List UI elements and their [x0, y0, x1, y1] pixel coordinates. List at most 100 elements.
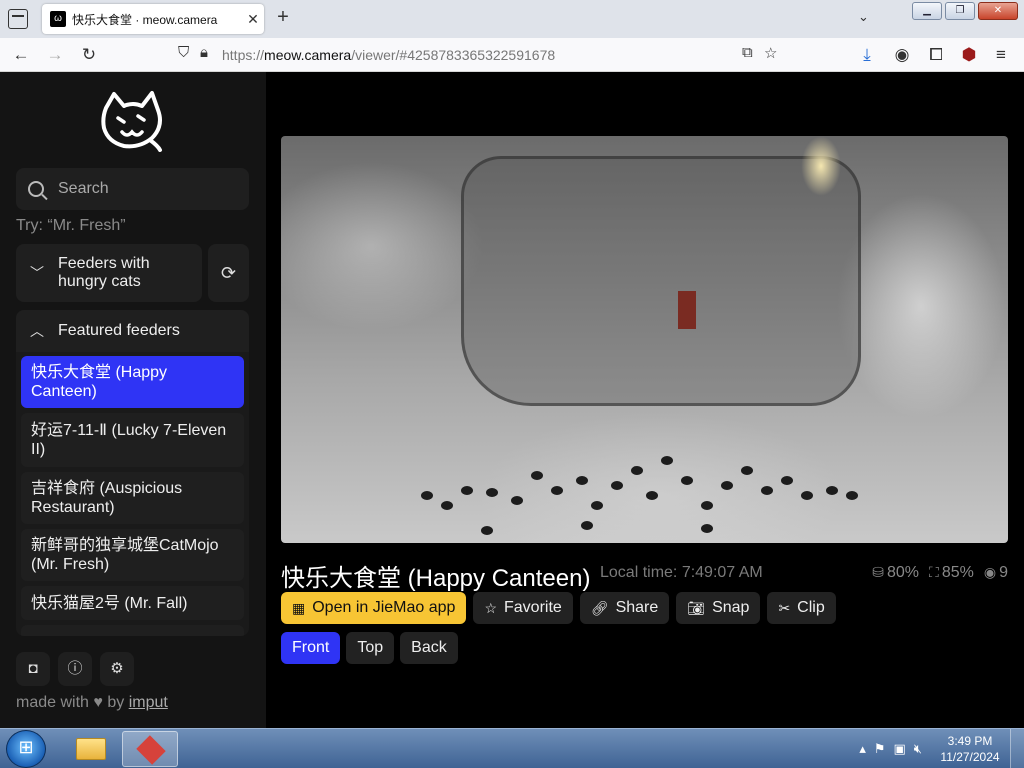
feeder-title: 快乐大食堂 (Happy Canteen): [281, 565, 591, 592]
kibble: [531, 471, 543, 480]
new-tab-icon[interactable]: +: [272, 6, 294, 29]
kibble: [631, 466, 643, 475]
downloads-icon[interactable]: ⤓: [856, 44, 878, 66]
page: Try: “Mr. Fresh” ﹀ Feeders with hungry c…: [0, 72, 1024, 728]
author-link[interactable]: imput: [129, 694, 168, 711]
share-button[interactable]: 🔗︎ Share: [579, 592, 670, 624]
lock-icon[interactable]: 🔒︎: [200, 44, 208, 61]
taskbar-browser[interactable]: [122, 731, 178, 767]
picture-in-picture-icon[interactable]: ⧉: [742, 44, 753, 61]
browser-app-icon: [136, 735, 166, 765]
tray-expand-icon[interactable]: ▴: [859, 741, 866, 757]
battery-level-stat: ⛶ 85%: [929, 564, 974, 581]
search-box[interactable]: [16, 168, 249, 210]
site-favicon-icon: ω: [50, 11, 66, 27]
heart-icon: ♥: [93, 694, 103, 711]
clock[interactable]: 3:49 PM 11/27/2024: [930, 733, 1010, 765]
info-icon[interactable]: ⓘ: [58, 652, 92, 686]
shield-icon[interactable]: ⛉: [178, 44, 189, 61]
taskbar-explorer[interactable]: [62, 731, 118, 767]
url-text: https://meow.camera/viewer/#425878336532…: [222, 47, 556, 63]
kibble: [461, 486, 473, 495]
system-tray: ▴ ⚑ ▣ 🔇︎ 3:49 PM 11/27/2024: [859, 729, 1024, 768]
meow-camera-logo-icon[interactable]: [100, 90, 166, 152]
start-button[interactable]: [6, 730, 46, 768]
kibble: [846, 491, 858, 500]
feeder-item-partial[interactable]: [21, 625, 244, 636]
bookmark-star-icon[interactable]: ☆: [764, 44, 777, 62]
close-tab-icon[interactable]: ✕: [242, 11, 264, 28]
kibble: [421, 491, 433, 500]
address-bar[interactable]: ⛉ 🔒︎ https://meow.camera/viewer/#4258783…: [172, 42, 788, 68]
sidebar: Try: “Mr. Fresh” ﹀ Feeders with hungry c…: [0, 72, 266, 728]
volume-muted-icon[interactable]: 🔇︎: [914, 741, 922, 757]
clock-date: 11/27/2024: [940, 750, 1000, 764]
view-top-button[interactable]: Top: [346, 632, 395, 664]
featured-feeder-list[interactable]: 快乐大食堂 (Happy Canteen) 好运7-11-Ⅱ (Lucky 7-…: [16, 352, 249, 636]
ublock-icon[interactable]: ⬢: [958, 44, 980, 66]
view-front-button[interactable]: Front: [281, 632, 341, 664]
view-back-button[interactable]: Back: [400, 632, 458, 664]
qr-code-icon: ▦: [292, 599, 306, 616]
feeder-item-lucky-7-eleven[interactable]: 好运7-11-Ⅱ (Lucky 7-Eleven II): [21, 413, 244, 467]
feeders-hungry-toggle[interactable]: ﹀ Feeders with hungry cats: [16, 244, 202, 302]
kibble: [721, 481, 733, 490]
settings-gear-icon[interactable]: ⚙: [100, 652, 134, 686]
local-time: Local time: 7:49:07 AM: [600, 564, 763, 581]
kibble: [591, 501, 603, 510]
kibble: [661, 456, 673, 465]
feeder-item-mr-fresh[interactable]: 新鲜哥的独享城堡CatMojo (Mr. Fresh): [21, 529, 244, 581]
camera-feed[interactable]: [281, 136, 1008, 543]
food-bowl-icon: ⛁: [872, 564, 884, 580]
favorite-button[interactable]: ☆ Favorite: [473, 592, 573, 624]
feeder-item-happy-canteen[interactable]: 快乐大食堂 (Happy Canteen): [21, 356, 244, 408]
clip-button[interactable]: ✂ Clip: [767, 592, 836, 624]
camera-detail: [678, 291, 696, 329]
battery-icon: ⛶: [929, 564, 939, 580]
window-close-icon[interactable]: ✕: [978, 2, 1018, 20]
reload-icon[interactable]: ↻: [78, 44, 100, 66]
kibble: [781, 476, 793, 485]
kibble: [741, 466, 753, 475]
kibble: [701, 524, 713, 533]
menu-icon[interactable]: ≡: [990, 44, 1012, 66]
feeder-stats: ⛁ 80% ⛶ 85% ◉ 9: [872, 564, 1008, 582]
folder-icon: [76, 738, 106, 760]
viewer-count-stat: ◉ 9: [983, 564, 1008, 581]
browser-tab[interactable]: ω 快乐大食堂 · meow.camera ✕: [42, 4, 264, 34]
maximize-icon[interactable]: ❐: [945, 2, 975, 20]
chevron-up-icon: ︿: [30, 323, 44, 339]
forward-arrow-icon[interactable]: →: [44, 44, 66, 66]
kibble: [801, 491, 813, 500]
kibble: [581, 521, 593, 530]
refresh-button[interactable]: ⟳: [208, 244, 249, 302]
kibble: [701, 501, 713, 510]
viewer-main: 快乐大食堂 (Happy Canteen) Local time: 7:49:0…: [266, 72, 1024, 728]
discord-icon[interactable]: ◘: [16, 652, 50, 686]
section-label: Feeders with hungry cats: [58, 255, 150, 290]
featured-feeders-toggle[interactable]: ︿ Featured feeders: [16, 310, 249, 352]
tab-list-icon[interactable]: [8, 9, 28, 29]
extensions-icon[interactable]: ⧠: [925, 44, 947, 66]
back-arrow-icon[interactable]: ←: [10, 44, 32, 66]
browser-tab-bar: ω 快乐大食堂 · meow.camera ✕ + ⌄ ▁ ❐ ✕: [0, 0, 1024, 38]
feeder-item-auspicious-restaurant[interactable]: 吉祥食府 (Auspicious Restaurant): [21, 472, 244, 524]
show-desktop-button[interactable]: [1010, 729, 1024, 768]
search-input[interactable]: [58, 180, 228, 198]
made-with-credit: made with ♥ by imput: [16, 694, 168, 711]
camera-icon: 📷︎: [687, 599, 706, 616]
minimize-icon[interactable]: ▁: [912, 2, 942, 20]
kibble: [826, 486, 838, 495]
feeder-item-mr-fall[interactable]: 快乐猫屋2号 (Mr. Fall): [21, 586, 244, 620]
kibble: [681, 476, 693, 485]
kibble: [441, 501, 453, 510]
window-controls: ▁ ❐ ✕: [912, 2, 1018, 20]
account-icon[interactable]: ◉: [891, 44, 913, 66]
kibble: [576, 476, 588, 485]
kibble: [481, 526, 493, 535]
open-in-app-button[interactable]: ▦ Open in JieMao app: [281, 592, 467, 624]
snap-button[interactable]: 📷︎ Snap: [676, 592, 761, 624]
chevron-down-icon[interactable]: ⌄: [858, 9, 869, 25]
action-center-icon[interactable]: ⚑: [874, 741, 886, 757]
network-icon[interactable]: ▣: [894, 741, 906, 757]
